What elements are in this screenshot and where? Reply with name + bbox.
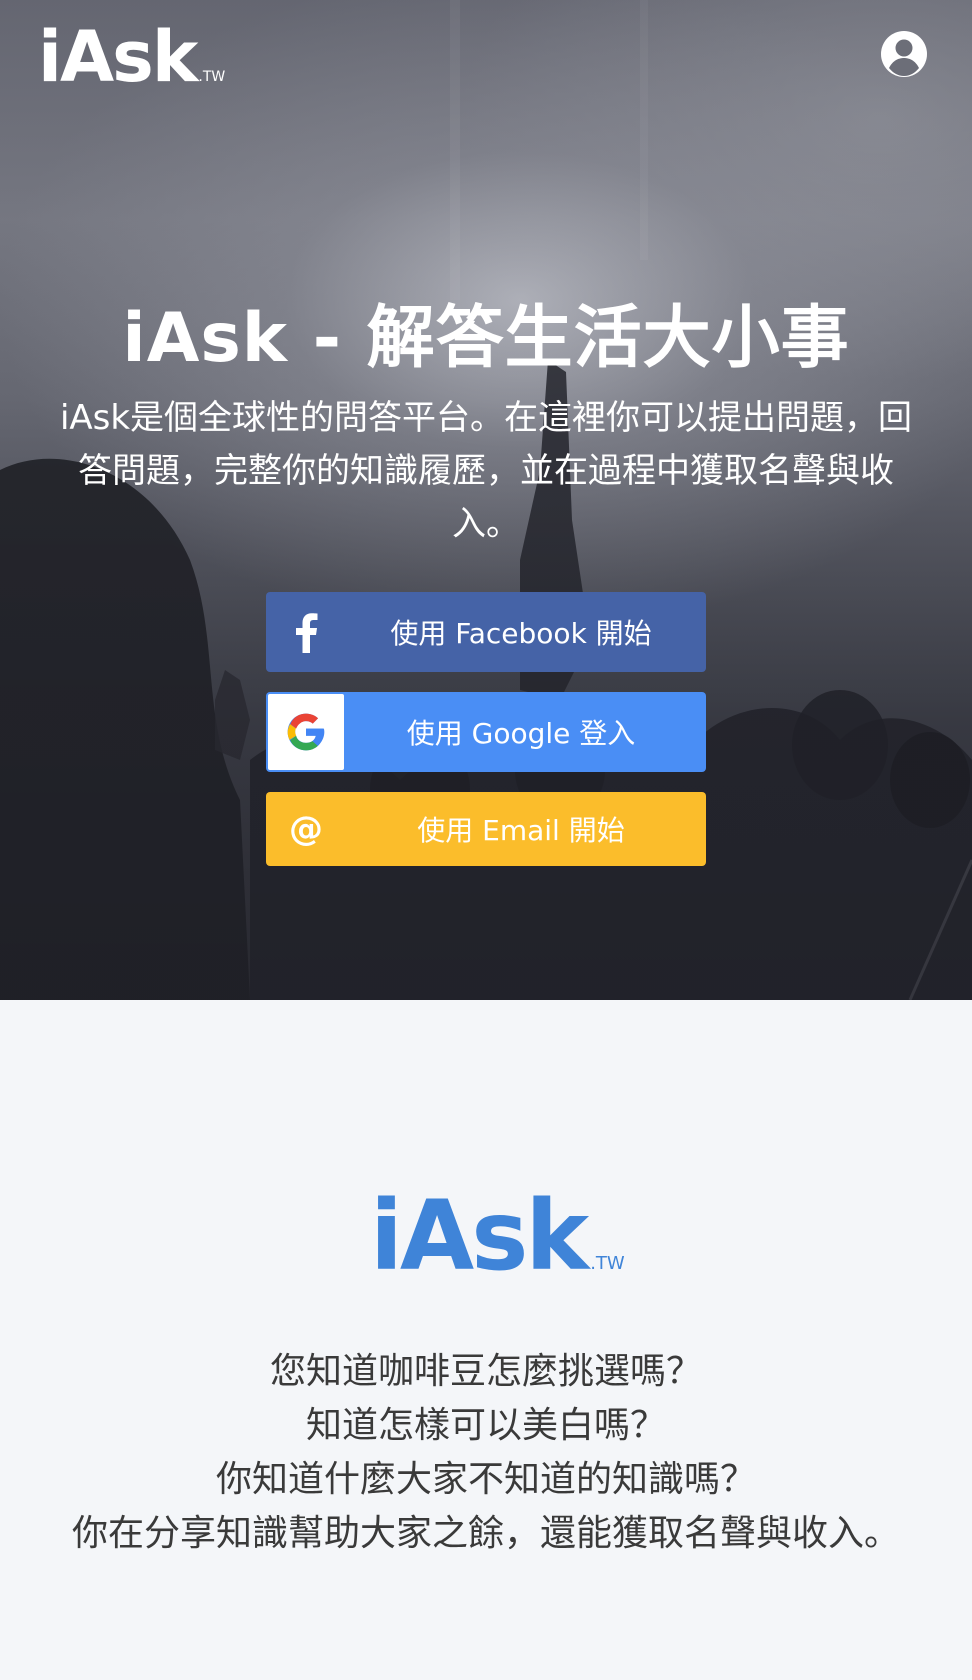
at-sign-icon: @	[289, 809, 323, 849]
intro-line: 你在分享知識幫助大家之餘，還能獲取名聲與收入。	[71, 1513, 900, 1554]
intro-line: 知道怎樣可以美白嗎？	[305, 1405, 666, 1446]
facebook-login-button[interactable]: 使用 Facebook 開始	[266, 592, 706, 672]
google-login-button[interactable]: 使用 Google 登入	[266, 692, 706, 772]
facebook-login-label: 使用 Facebook 開始	[390, 617, 652, 650]
google-login-label: 使用 Google 登入	[406, 717, 636, 750]
intro-logo: iAsk .TW	[370, 1188, 625, 1284]
hero-title: iAsk - 解答生活大小事	[122, 299, 850, 378]
user-circle-icon[interactable]	[880, 30, 928, 78]
email-login-label: 使用 Email 開始	[417, 814, 625, 847]
email-login-button[interactable]: @ 使用 Email 開始	[266, 792, 706, 866]
hero-section: iAsk .TW iAsk - 解答生活大小事 iAsk是個全球性的問答平台。在這…	[0, 0, 972, 1000]
hero-description: iAsk是個全球性的問答平台。在這裡你可以提出問題，回答問題，完整你的知識履歷，…	[59, 398, 913, 544]
header-logo-text: iAsk	[38, 16, 198, 98]
google-icon	[268, 694, 344, 770]
header-logo[interactable]: iAsk .TW	[38, 22, 225, 92]
intro-line: 您知道咖啡豆怎麼挑選嗎？	[269, 1351, 702, 1392]
intro-logo-suffix: .TW	[590, 1253, 625, 1274]
intro-logo-text: iAsk	[370, 1180, 589, 1292]
intro-section: iAsk .TW 您知道咖啡豆怎麼挑選嗎？ 知道怎樣可以美白嗎？ 你知道什麼大家不…	[0, 1000, 972, 1680]
intro-text: 您知道咖啡豆怎麼挑選嗎？ 知道怎樣可以美白嗎？ 你知道什麼大家不知道的知識嗎？ …	[0, 1345, 972, 1561]
top-bar: iAsk .TW	[0, 0, 972, 120]
intro-line: 你知道什麼大家不知道的知識嗎？	[215, 1459, 756, 1500]
facebook-icon	[266, 592, 346, 672]
header-logo-suffix: .TW	[198, 69, 226, 85]
